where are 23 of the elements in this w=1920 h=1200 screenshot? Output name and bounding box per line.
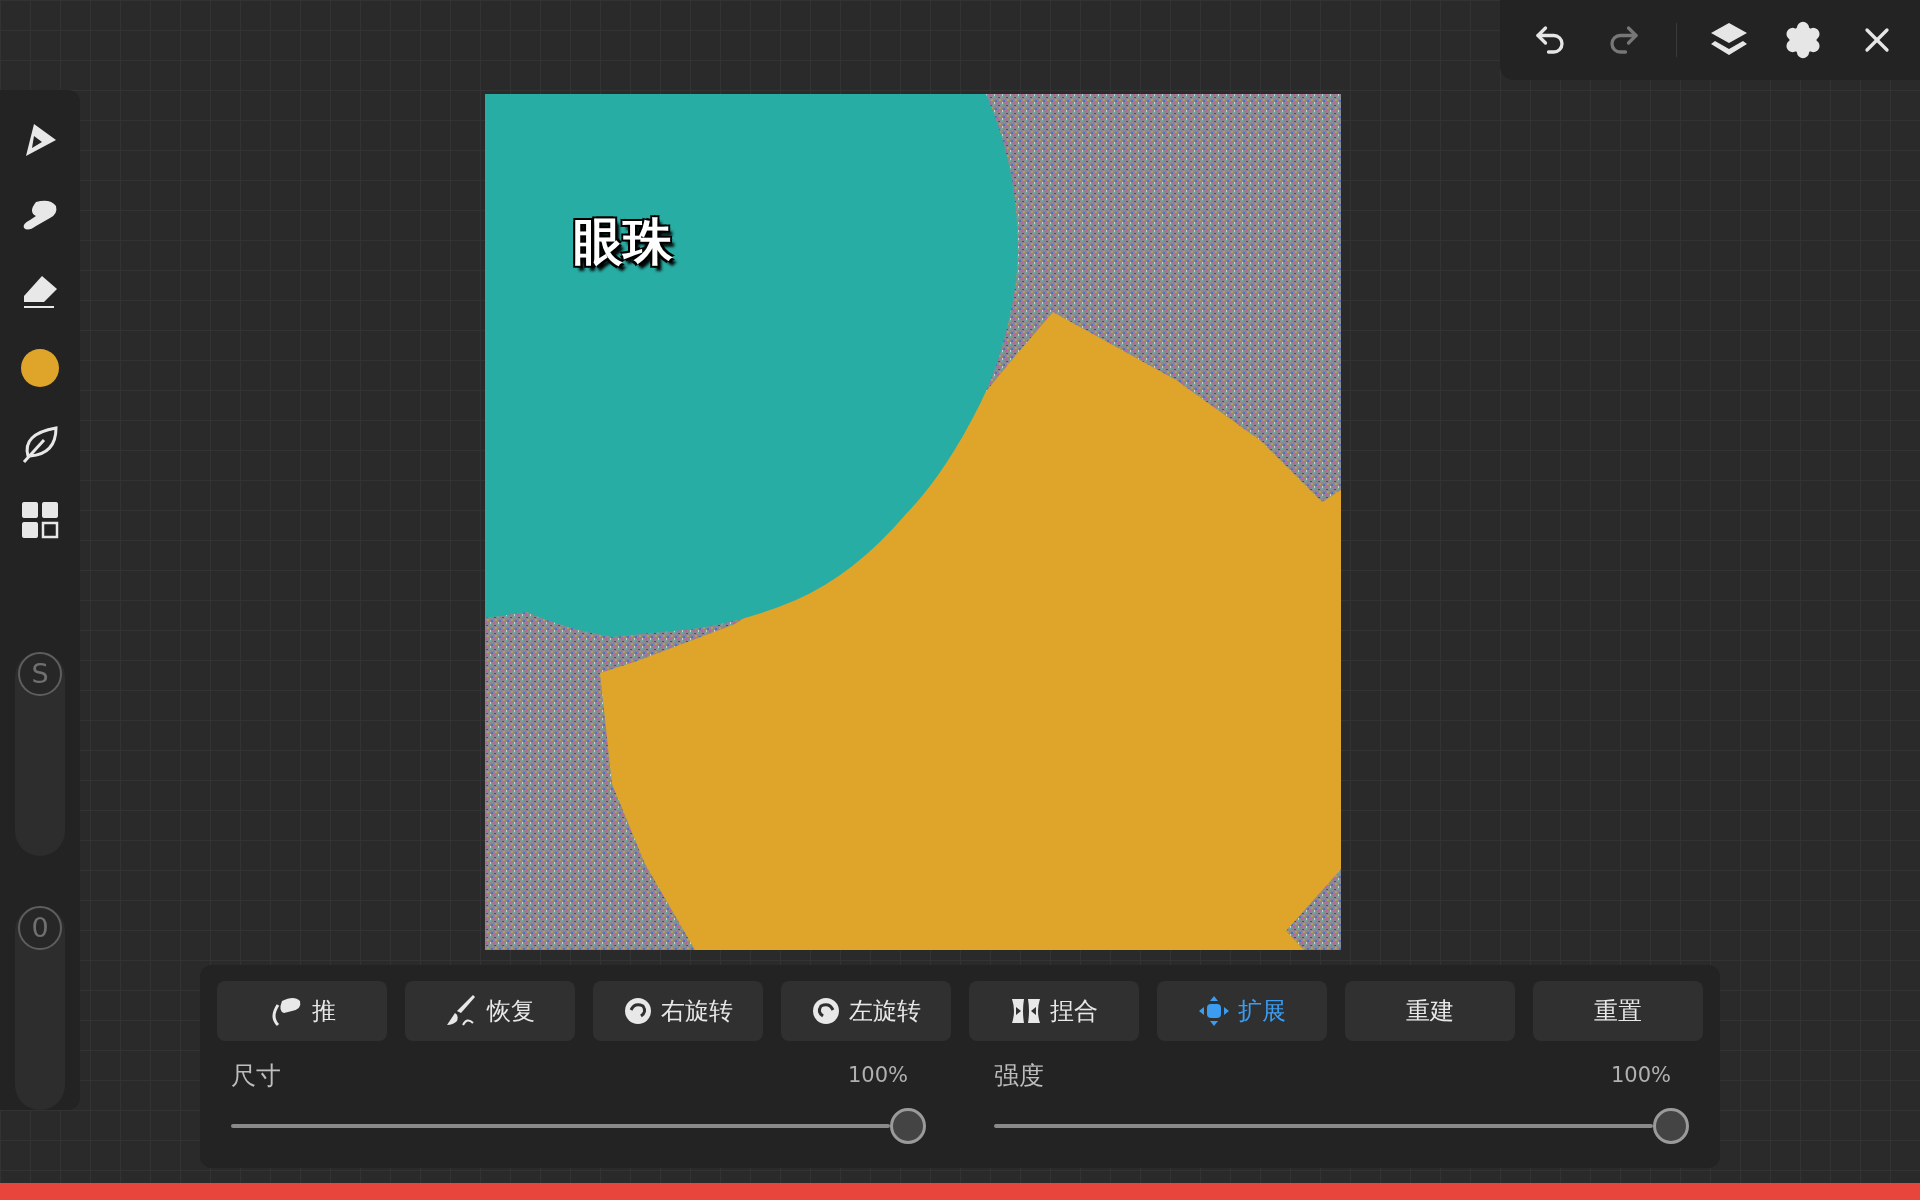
- mode-button[interactable]: 左旋转: [781, 981, 951, 1041]
- pinch-icon: [1010, 997, 1042, 1025]
- slider-value: 100%: [847, 1063, 908, 1089]
- grid-icon: [21, 500, 59, 539]
- slider-label: 尺寸: [231, 1060, 281, 1092]
- slider[interactable]: [231, 1108, 926, 1144]
- expand-icon: [1198, 995, 1230, 1027]
- twirl-icon: [623, 996, 653, 1026]
- mode-button[interactable]: 重置: [1533, 981, 1703, 1041]
- slider-thumb[interactable]: [890, 1108, 926, 1144]
- canvas-text-label: 眼珠: [573, 212, 673, 272]
- mode-button[interactable]: 捏合: [969, 981, 1139, 1041]
- slider-thumb[interactable]: [1653, 1108, 1689, 1144]
- mode-button[interactable]: 右旋转: [593, 981, 763, 1041]
- leaf-icon: [20, 423, 60, 464]
- slider-value: 100%: [1610, 1063, 1671, 1089]
- mode-button[interactable]: 重建: [1345, 981, 1515, 1041]
- mode-button[interactable]: 恢复: [405, 981, 575, 1041]
- slider-label: 强度: [994, 1060, 1044, 1092]
- slider[interactable]: [994, 1108, 1689, 1144]
- mode-button[interactable]: 扩展: [1157, 981, 1327, 1041]
- twirl-icon: [811, 996, 841, 1026]
- mode-button[interactable]: 推: [217, 981, 387, 1041]
